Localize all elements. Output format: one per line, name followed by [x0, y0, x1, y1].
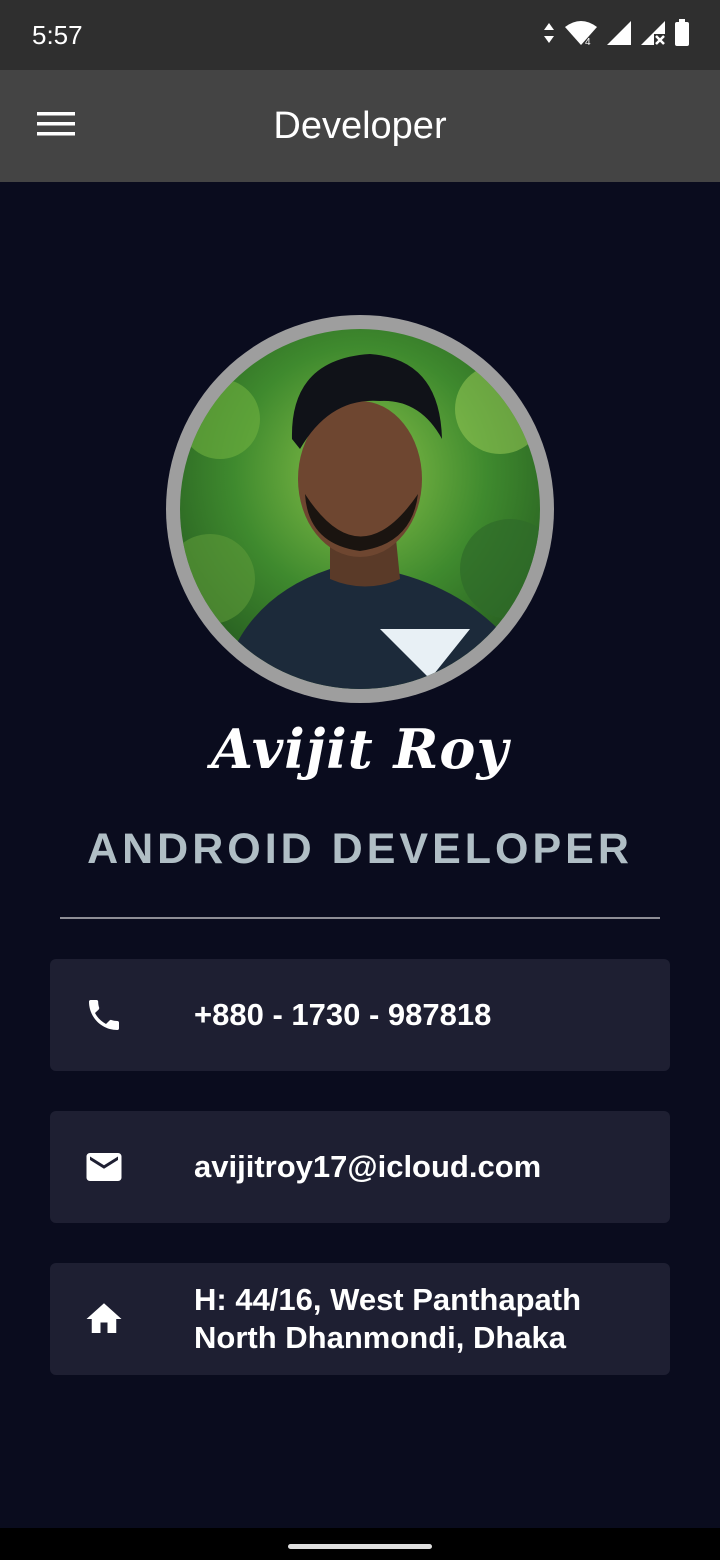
signal-no-service-icon: [640, 20, 666, 51]
app-bar: Developer: [0, 70, 720, 182]
address-text: H: 44/16, West Panthapath North Dhanmond…: [194, 1263, 654, 1375]
mail-icon: [82, 1145, 126, 1189]
hamburger-menu-icon: [37, 110, 75, 143]
email-address: avijitroy17@icloud.com: [194, 1149, 542, 1184]
home-gesture-handle[interactable]: [288, 1544, 432, 1549]
svg-text:4: 4: [585, 37, 591, 47]
address-line-2: North Dhanmondi, Dhaka: [194, 1320, 567, 1355]
divider: [60, 917, 660, 919]
menu-button[interactable]: [22, 102, 90, 150]
data-arrows-icon: [542, 21, 556, 50]
phone-icon: [82, 993, 126, 1037]
wifi-icon: 4: [564, 19, 598, 52]
email-text: avijitroy17@icloud.com: [194, 1111, 654, 1223]
avatar: [180, 329, 540, 689]
profile-name: Avijit Roy: [211, 717, 509, 781]
avatar-ring: [166, 315, 554, 703]
app-title: Developer: [273, 105, 447, 147]
battery-icon: [674, 18, 690, 52]
phone-card[interactable]: +880 - 1730 - 987818: [50, 959, 670, 1071]
status-time: 5:57: [32, 20, 83, 50]
phone-number: +880 - 1730 - 987818: [194, 997, 492, 1032]
address-line-1: H: 44/16, West Panthapath: [194, 1282, 582, 1317]
navigation-bar: [0, 1528, 720, 1560]
status-icons: 4: [542, 18, 690, 52]
home-icon: [82, 1297, 126, 1341]
status-bar: 5:57 4: [0, 0, 720, 70]
profile-role: ANDROID DEVELOPER: [87, 825, 633, 873]
main-content: Avijit Roy ANDROID DEVELOPER +880 - 1730…: [0, 182, 720, 1528]
email-card[interactable]: avijitroy17@icloud.com: [50, 1111, 670, 1223]
phone-text: +880 - 1730 - 987818: [194, 959, 654, 1071]
address-card[interactable]: H: 44/16, West Panthapath North Dhanmond…: [50, 1263, 670, 1375]
signal-icon: [606, 20, 632, 51]
